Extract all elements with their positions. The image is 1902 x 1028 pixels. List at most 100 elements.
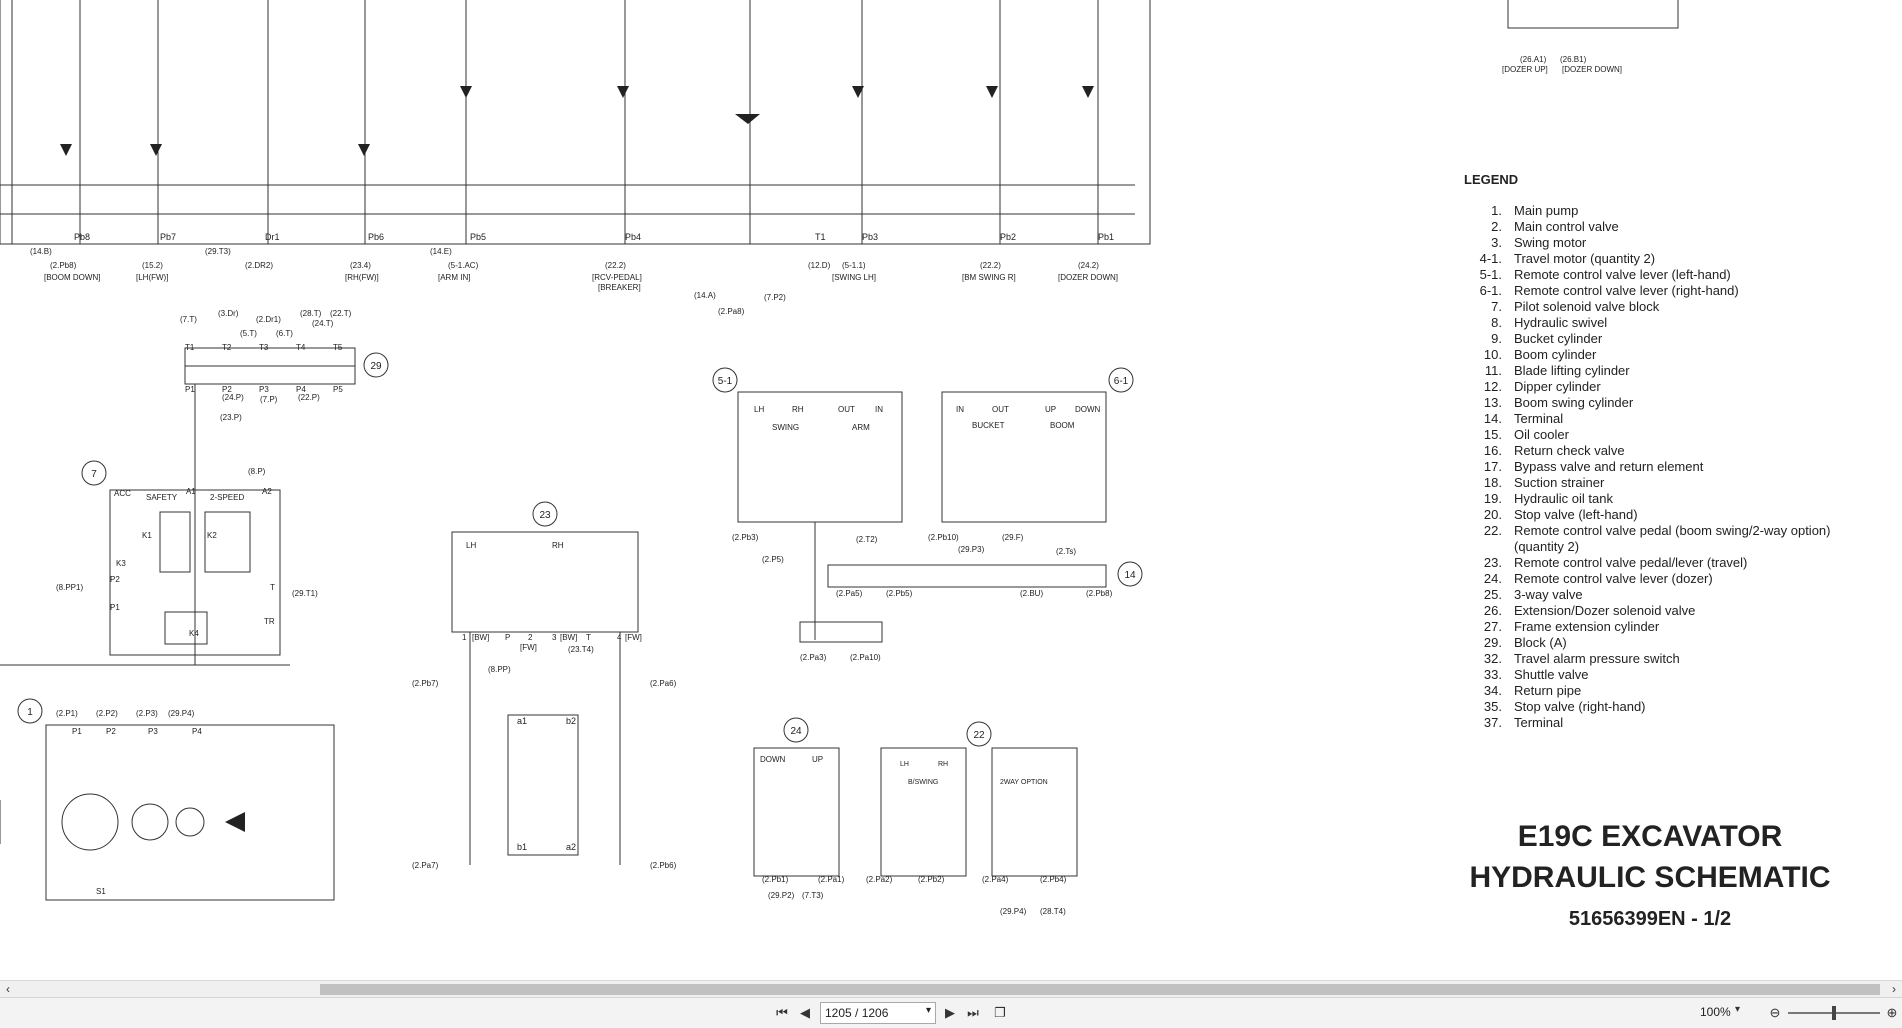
legend-item-text: Oil cooler bbox=[1514, 427, 1569, 442]
first-page-icon[interactable]: ⏮ bbox=[772, 1004, 792, 1022]
scroll-left-icon[interactable]: ‹ bbox=[0, 982, 16, 997]
pilot-ref-label: (2.Pa8) bbox=[718, 307, 745, 316]
zoom-slider-thumb[interactable] bbox=[1832, 1006, 1836, 1020]
valve-label: K4 bbox=[189, 629, 199, 638]
legend-item-number: 16. bbox=[1483, 443, 1502, 458]
valve-ref-label: [RH(FW)] bbox=[345, 273, 379, 282]
legend-item-number: 11. bbox=[1484, 363, 1502, 378]
pilot-ref-label: (2.Pa10) bbox=[850, 653, 881, 662]
legend-item: 32. Travel alarm pressure switch bbox=[1462, 651, 1884, 667]
legend-item: 14. Terminal bbox=[1462, 411, 1884, 427]
page-view-icon[interactable]: ❐ bbox=[990, 1004, 1010, 1022]
legend-item-number: 5-1. bbox=[1479, 267, 1502, 282]
pilot-ref-label: (29.F) bbox=[1002, 533, 1024, 542]
pilot-ref-label: (2.P5) bbox=[762, 555, 784, 564]
scrollbar-thumb[interactable] bbox=[320, 984, 1880, 995]
legend-item: 18. Suction strainer bbox=[1462, 475, 1884, 491]
legend-item-text: Hydraulic oil tank bbox=[1514, 491, 1613, 506]
page-number-input[interactable]: 1205 / 1206 ▾ bbox=[820, 1002, 936, 1024]
pilot-ref-label: (2.Pa1) bbox=[818, 875, 845, 884]
legend-item-text: Hydraulic swivel bbox=[1514, 315, 1608, 330]
valve-ref-label: (29.T3) bbox=[205, 247, 231, 256]
legend-item-number: 14. bbox=[1483, 411, 1502, 426]
component-number: 1 bbox=[27, 707, 33, 718]
pilot-ref-label: (23.P) bbox=[220, 413, 242, 422]
valve-ref-label: [SWING LH] bbox=[832, 273, 876, 282]
valve-ref-label: [BREAKER] bbox=[598, 283, 641, 292]
pilot-ref-label: (2.Ts) bbox=[1056, 547, 1076, 556]
legend-item-text: Frame extension cylinder bbox=[1514, 619, 1660, 634]
page-dropdown-icon[interactable]: ▾ bbox=[926, 1005, 931, 1016]
pilot-ref-label: (22.T) bbox=[330, 309, 352, 318]
pump-port-label: P4 bbox=[192, 727, 202, 736]
legend-item: 10. Boom cylinder bbox=[1462, 347, 1884, 363]
scroll-right-icon[interactable]: › bbox=[1886, 982, 1902, 997]
valve-ref-label: (2.Pb8) bbox=[50, 261, 77, 270]
zoom-in-icon[interactable]: ⊕ bbox=[1882, 1004, 1902, 1022]
document-number: 51656399EN - 1/2 bbox=[1568, 908, 1732, 930]
legend-item-text: Travel alarm pressure switch bbox=[1514, 651, 1680, 666]
valve-ref-label: [BOOM DOWN] bbox=[44, 273, 100, 282]
block-port-label: T3 bbox=[259, 343, 269, 352]
legend-item-number: 29. bbox=[1483, 635, 1502, 650]
legend-title: LEGEND bbox=[1464, 172, 1519, 187]
component-number: 24 bbox=[790, 726, 802, 737]
legend-item: 3. Swing motor bbox=[1462, 235, 1884, 251]
prev-page-icon[interactable]: ◀ bbox=[795, 1004, 815, 1022]
zoom-level[interactable]: 100% bbox=[1700, 1005, 1731, 1019]
legend-item-number: 19. bbox=[1483, 491, 1502, 506]
legend-item-text: Boom cylinder bbox=[1514, 347, 1597, 362]
valve-label: [BW] bbox=[560, 633, 577, 642]
legend-item-number: 1. bbox=[1491, 203, 1502, 218]
swivel-label: a2 bbox=[566, 842, 576, 852]
legend-item: 35. Stop valve (right-hand) bbox=[1462, 699, 1884, 715]
pilot-ref-label: (6.T) bbox=[276, 329, 293, 338]
legend-item: 4-1. Travel motor (quantity 2) bbox=[1462, 251, 1884, 267]
legend-item-text: Remote control valve lever (dozer) bbox=[1514, 571, 1713, 586]
legend-item-text: Stop valve (right-hand) bbox=[1514, 699, 1646, 714]
legend-item: 34. Return pipe bbox=[1462, 683, 1884, 699]
pilot-ref-label: (2.Pa5) bbox=[836, 589, 863, 598]
valve-ref-label: [BM SWING R] bbox=[962, 273, 1016, 282]
legend-item-text: Bucket cylinder bbox=[1514, 331, 1603, 346]
pilot-ref-label: (23.T4) bbox=[568, 645, 594, 654]
dozer-ref-label: [DOZER DOWN] bbox=[1562, 65, 1622, 74]
legend-item: 27. Frame extension cylinder bbox=[1462, 619, 1884, 635]
legend-item-text: Bypass valve and return element bbox=[1514, 459, 1704, 474]
legend-item-text: Blade lifting cylinder bbox=[1514, 363, 1630, 378]
pilot-ref-label: (2.T2) bbox=[856, 535, 878, 544]
valve-label: 3 bbox=[552, 633, 557, 642]
legend-item: 33. Shuttle valve bbox=[1462, 667, 1884, 683]
legend-item: 11. Blade lifting cylinder bbox=[1462, 363, 1884, 379]
valve-label: RH bbox=[938, 761, 948, 768]
pilot-ref-label: (2.P2) bbox=[96, 709, 118, 718]
valve-label: P2 bbox=[110, 575, 120, 584]
last-page-icon[interactable]: ⏭ bbox=[963, 1004, 983, 1022]
legend-item-text: Pilot solenoid valve block bbox=[1514, 299, 1660, 314]
horizontal-scrollbar[interactable]: ‹ › bbox=[0, 980, 1902, 998]
pilot-ref-label: (24.P) bbox=[222, 393, 244, 402]
valve-label: [FW] bbox=[625, 633, 642, 642]
pump-port-label: S1 bbox=[96, 887, 106, 896]
legend-item: 24. Remote control valve lever (dozer) bbox=[1462, 571, 1884, 587]
pilot-ref-label: (2.BU) bbox=[1020, 589, 1043, 598]
legend-item-text: Extension/Dozer solenoid valve bbox=[1514, 603, 1696, 618]
block-port-label: T2 bbox=[222, 343, 232, 352]
legend-item: 29. Block (A) bbox=[1462, 635, 1884, 651]
legend-item-number: 8. bbox=[1491, 315, 1502, 330]
valve-ref-label: [DOZER DOWN] bbox=[1058, 273, 1118, 282]
next-page-icon[interactable]: ▶ bbox=[940, 1004, 960, 1022]
legend-item-number: 2. bbox=[1491, 219, 1502, 234]
pilot-ref-label: (29.P4) bbox=[1000, 907, 1027, 916]
legend-item-text: 3-way valve bbox=[1514, 587, 1583, 602]
legend-item-text: Remote control valve lever (right-hand) bbox=[1514, 283, 1739, 298]
legend-item-text: Shuttle valve bbox=[1514, 667, 1589, 682]
pilot-ref-label: (29.P3) bbox=[958, 545, 985, 554]
legend-item-number: 4-1. bbox=[1479, 251, 1502, 266]
legend-item-number: 15. bbox=[1483, 427, 1502, 442]
zoom-out-icon[interactable]: ⊖ bbox=[1765, 1004, 1785, 1022]
valve-label: K1 bbox=[142, 531, 152, 540]
zoom-dropdown-icon[interactable]: ▾ bbox=[1735, 1004, 1740, 1015]
component-number: 5-1 bbox=[718, 376, 733, 387]
lever-label: DOWN bbox=[1075, 405, 1101, 414]
